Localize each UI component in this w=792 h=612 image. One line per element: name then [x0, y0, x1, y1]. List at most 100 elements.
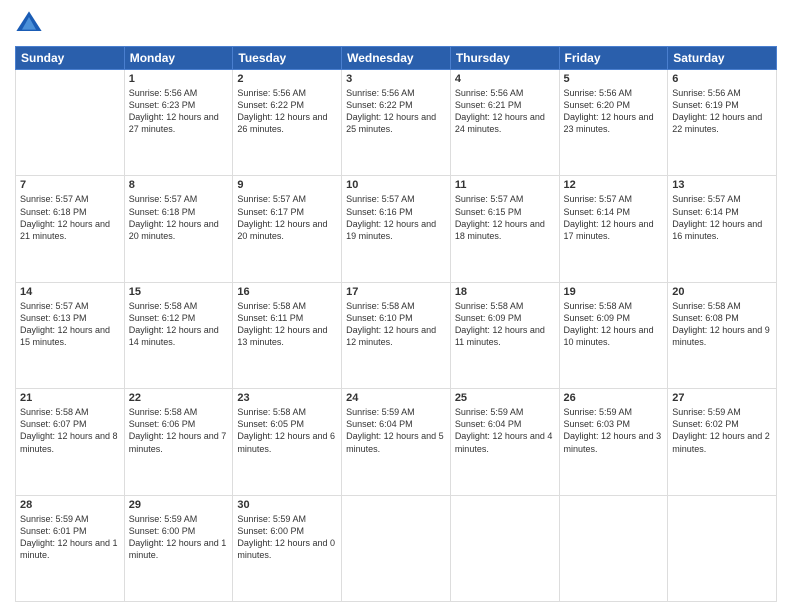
calendar-cell: 22 Sunrise: 5:58 AM Sunset: 6:06 PM Dayli…	[124, 389, 233, 495]
day-info: Sunrise: 5:56 AM Sunset: 6:23 PM Dayligh…	[129, 87, 229, 136]
day-info: Sunrise: 5:58 AM Sunset: 6:06 PM Dayligh…	[129, 406, 229, 455]
weekday-header-thursday: Thursday	[450, 47, 559, 70]
weekday-header-sunday: Sunday	[16, 47, 125, 70]
day-info: Sunrise: 5:59 AM Sunset: 6:04 PM Dayligh…	[455, 406, 555, 455]
calendar-cell: 17Sunrise: 5:58 AM Sunset: 6:10 PM Dayli…	[342, 282, 451, 388]
day-info: Sunrise: 5:59 AM Sunset: 6:00 PM Dayligh…	[237, 513, 337, 562]
day-number: 17	[346, 286, 446, 298]
day-number: 11	[455, 179, 555, 191]
week-row-1: 7 Sunrise: 5:57 AM Sunset: 6:18 PM Daylig…	[16, 176, 777, 282]
day-number: 3	[346, 73, 446, 85]
week-row-0: 1 Sunrise: 5:56 AM Sunset: 6:23 PM Daylig…	[16, 70, 777, 176]
calendar-cell: 12Sunrise: 5:57 AM Sunset: 6:14 PM Dayli…	[559, 176, 668, 282]
day-number: 24	[346, 392, 446, 404]
calendar-cell: 30 Sunrise: 5:59 AM Sunset: 6:00 PM Dayli…	[233, 495, 342, 601]
calendar-cell: 21 Sunrise: 5:58 AM Sunset: 6:07 PM Dayli…	[16, 389, 125, 495]
calendar-cell: 20 Sunrise: 5:58 AM Sunset: 6:08 PM Dayli…	[668, 282, 777, 388]
week-row-2: 14Sunrise: 5:57 AM Sunset: 6:13 PM Dayli…	[16, 282, 777, 388]
calendar-cell: 11 Sunrise: 5:57 AM Sunset: 6:15 PM Dayli…	[450, 176, 559, 282]
page: SundayMondayTuesdayWednesdayThursdayFrid…	[0, 0, 792, 612]
day-number: 27	[672, 392, 772, 404]
calendar-cell: 18Sunrise: 5:58 AM Sunset: 6:09 PM Dayli…	[450, 282, 559, 388]
day-number: 9	[237, 179, 337, 191]
day-info: Sunrise: 5:57 AM Sunset: 6:14 PM Dayligh…	[672, 193, 772, 242]
day-number: 12	[564, 179, 664, 191]
day-info: Sunrise: 5:59 AM Sunset: 6:04 PM Dayligh…	[346, 406, 446, 455]
day-number: 21	[20, 392, 120, 404]
day-info: Sunrise: 5:56 AM Sunset: 6:19 PM Dayligh…	[672, 87, 772, 136]
calendar-cell: 8Sunrise: 5:57 AM Sunset: 6:18 PM Daylig…	[124, 176, 233, 282]
day-number: 13	[672, 179, 772, 191]
day-info: Sunrise: 5:58 AM Sunset: 6:08 PM Dayligh…	[672, 300, 772, 349]
day-number: 29	[129, 499, 229, 511]
day-info: Sunrise: 5:58 AM Sunset: 6:09 PM Dayligh…	[564, 300, 664, 349]
day-info: Sunrise: 5:57 AM Sunset: 6:18 PM Dayligh…	[20, 193, 120, 242]
week-row-3: 21 Sunrise: 5:58 AM Sunset: 6:07 PM Dayli…	[16, 389, 777, 495]
day-number: 1	[129, 73, 229, 85]
calendar-cell: 25 Sunrise: 5:59 AM Sunset: 6:04 PM Dayli…	[450, 389, 559, 495]
day-number: 15	[129, 286, 229, 298]
day-number: 20	[672, 286, 772, 298]
calendar-cell: 26 Sunrise: 5:59 AM Sunset: 6:03 PM Dayli…	[559, 389, 668, 495]
day-number: 25	[455, 392, 555, 404]
day-number: 2	[237, 73, 337, 85]
calendar-cell: 6Sunrise: 5:56 AM Sunset: 6:19 PM Daylig…	[668, 70, 777, 176]
calendar: SundayMondayTuesdayWednesdayThursdayFrid…	[15, 46, 777, 602]
weekday-header-friday: Friday	[559, 47, 668, 70]
weekday-header-wednesday: Wednesday	[342, 47, 451, 70]
calendar-cell: 23Sunrise: 5:58 AM Sunset: 6:05 PM Dayli…	[233, 389, 342, 495]
day-info: Sunrise: 5:56 AM Sunset: 6:20 PM Dayligh…	[564, 87, 664, 136]
day-number: 4	[455, 73, 555, 85]
day-info: Sunrise: 5:56 AM Sunset: 6:22 PM Dayligh…	[346, 87, 446, 136]
day-number: 16	[237, 286, 337, 298]
day-info: Sunrise: 5:57 AM Sunset: 6:15 PM Dayligh…	[455, 193, 555, 242]
day-number: 14	[20, 286, 120, 298]
calendar-cell: 14Sunrise: 5:57 AM Sunset: 6:13 PM Dayli…	[16, 282, 125, 388]
day-number: 18	[455, 286, 555, 298]
week-row-4: 28Sunrise: 5:59 AM Sunset: 6:01 PM Dayli…	[16, 495, 777, 601]
header	[15, 10, 777, 38]
calendar-cell: 28Sunrise: 5:59 AM Sunset: 6:01 PM Dayli…	[16, 495, 125, 601]
day-info: Sunrise: 5:59 AM Sunset: 6:02 PM Dayligh…	[672, 406, 772, 455]
calendar-cell: 19 Sunrise: 5:58 AM Sunset: 6:09 PM Dayli…	[559, 282, 668, 388]
calendar-cell: 5 Sunrise: 5:56 AM Sunset: 6:20 PM Daylig…	[559, 70, 668, 176]
day-info: Sunrise: 5:59 AM Sunset: 6:00 PM Dayligh…	[129, 513, 229, 562]
calendar-cell: 10 Sunrise: 5:57 AM Sunset: 6:16 PM Dayli…	[342, 176, 451, 282]
calendar-cell: 3 Sunrise: 5:56 AM Sunset: 6:22 PM Daylig…	[342, 70, 451, 176]
calendar-cell: 27 Sunrise: 5:59 AM Sunset: 6:02 PM Dayli…	[668, 389, 777, 495]
day-info: Sunrise: 5:57 AM Sunset: 6:17 PM Dayligh…	[237, 193, 337, 242]
day-number: 7	[20, 179, 120, 191]
weekday-header-row: SundayMondayTuesdayWednesdayThursdayFrid…	[16, 47, 777, 70]
day-number: 10	[346, 179, 446, 191]
calendar-cell: 24 Sunrise: 5:59 AM Sunset: 6:04 PM Dayli…	[342, 389, 451, 495]
calendar-cell: 16 Sunrise: 5:58 AM Sunset: 6:11 PM Dayli…	[233, 282, 342, 388]
calendar-cell: 1 Sunrise: 5:56 AM Sunset: 6:23 PM Daylig…	[124, 70, 233, 176]
day-info: Sunrise: 5:58 AM Sunset: 6:11 PM Dayligh…	[237, 300, 337, 349]
calendar-cell	[342, 495, 451, 601]
day-info: Sunrise: 5:58 AM Sunset: 6:07 PM Dayligh…	[20, 406, 120, 455]
day-number: 30	[237, 499, 337, 511]
day-info: Sunrise: 5:57 AM Sunset: 6:16 PM Dayligh…	[346, 193, 446, 242]
day-number: 5	[564, 73, 664, 85]
calendar-cell: 29 Sunrise: 5:59 AM Sunset: 6:00 PM Dayli…	[124, 495, 233, 601]
calendar-cell	[16, 70, 125, 176]
day-info: Sunrise: 5:58 AM Sunset: 6:05 PM Dayligh…	[237, 406, 337, 455]
weekday-header-monday: Monday	[124, 47, 233, 70]
day-number: 19	[564, 286, 664, 298]
calendar-cell: 2 Sunrise: 5:56 AM Sunset: 6:22 PM Daylig…	[233, 70, 342, 176]
calendar-cell: 13 Sunrise: 5:57 AM Sunset: 6:14 PM Dayli…	[668, 176, 777, 282]
calendar-cell: 15 Sunrise: 5:58 AM Sunset: 6:12 PM Dayli…	[124, 282, 233, 388]
day-info: Sunrise: 5:56 AM Sunset: 6:22 PM Dayligh…	[237, 87, 337, 136]
day-info: Sunrise: 5:59 AM Sunset: 6:01 PM Dayligh…	[20, 513, 120, 562]
day-number: 26	[564, 392, 664, 404]
calendar-cell: 9 Sunrise: 5:57 AM Sunset: 6:17 PM Daylig…	[233, 176, 342, 282]
calendar-cell: 7 Sunrise: 5:57 AM Sunset: 6:18 PM Daylig…	[16, 176, 125, 282]
calendar-cell	[559, 495, 668, 601]
calendar-cell: 4Sunrise: 5:56 AM Sunset: 6:21 PM Daylig…	[450, 70, 559, 176]
day-info: Sunrise: 5:57 AM Sunset: 6:18 PM Dayligh…	[129, 193, 229, 242]
weekday-header-saturday: Saturday	[668, 47, 777, 70]
day-info: Sunrise: 5:59 AM Sunset: 6:03 PM Dayligh…	[564, 406, 664, 455]
day-number: 22	[129, 392, 229, 404]
logo	[15, 10, 47, 38]
day-info: Sunrise: 5:58 AM Sunset: 6:12 PM Dayligh…	[129, 300, 229, 349]
